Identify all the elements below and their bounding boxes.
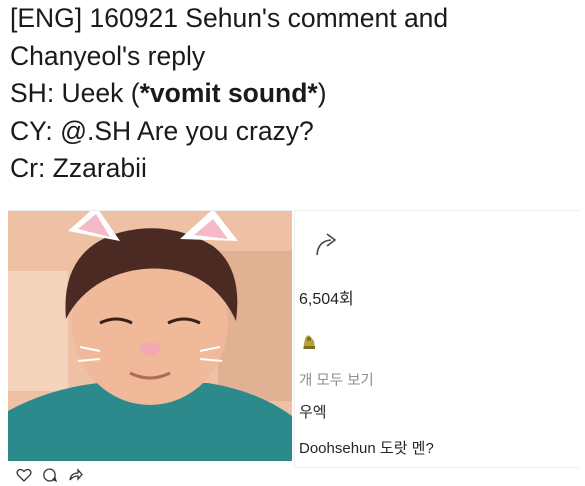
comment-item: Doohsehun 도랏 멘? — [299, 440, 434, 457]
caption-line-subtitle: Chanyeol's reply — [10, 40, 206, 71]
comment-item: 우엑 — [299, 404, 327, 421]
caption-vomit-sound: *vomit sound* — [139, 78, 318, 109]
post-detail-panel: 6,504회 개 모두 보기 우엑 Doohsehun 도랏 멘? — [294, 210, 580, 468]
instagram-photo-card — [8, 210, 293, 486]
caption-sehun-prefix: SH: Ueek ( — [10, 78, 140, 109]
caption-line-title: [ENG] 160921 Sehun's comment and — [10, 3, 449, 33]
caption-line-chanyeol: CY: @.SH Are you crazy? — [10, 115, 314, 146]
caption-line-credit: Cr: Zzarabii — [10, 153, 147, 184]
heart-icon[interactable] — [16, 467, 32, 483]
share-icon[interactable] — [68, 467, 84, 483]
view-all-comments-link[interactable]: 개 모두 보기 — [299, 369, 374, 390]
caption-text-block: [ENG] 160921 Sehun's comment and Chanyeo… — [10, 0, 580, 188]
caption-line-sehun: SH: Ueek (*vomit sound*) — [10, 75, 580, 113]
photo-action-bar — [8, 463, 293, 486]
selfie-illustration — [8, 211, 292, 461]
share-arrow-icon[interactable] — [311, 229, 343, 261]
selfie-photo[interactable] — [8, 211, 292, 461]
view-count: 6,504회 — [299, 291, 354, 308]
comment-icon[interactable] — [42, 467, 58, 483]
sticker-icon — [303, 335, 315, 349]
caption-sehun-suffix: ) — [317, 78, 327, 109]
